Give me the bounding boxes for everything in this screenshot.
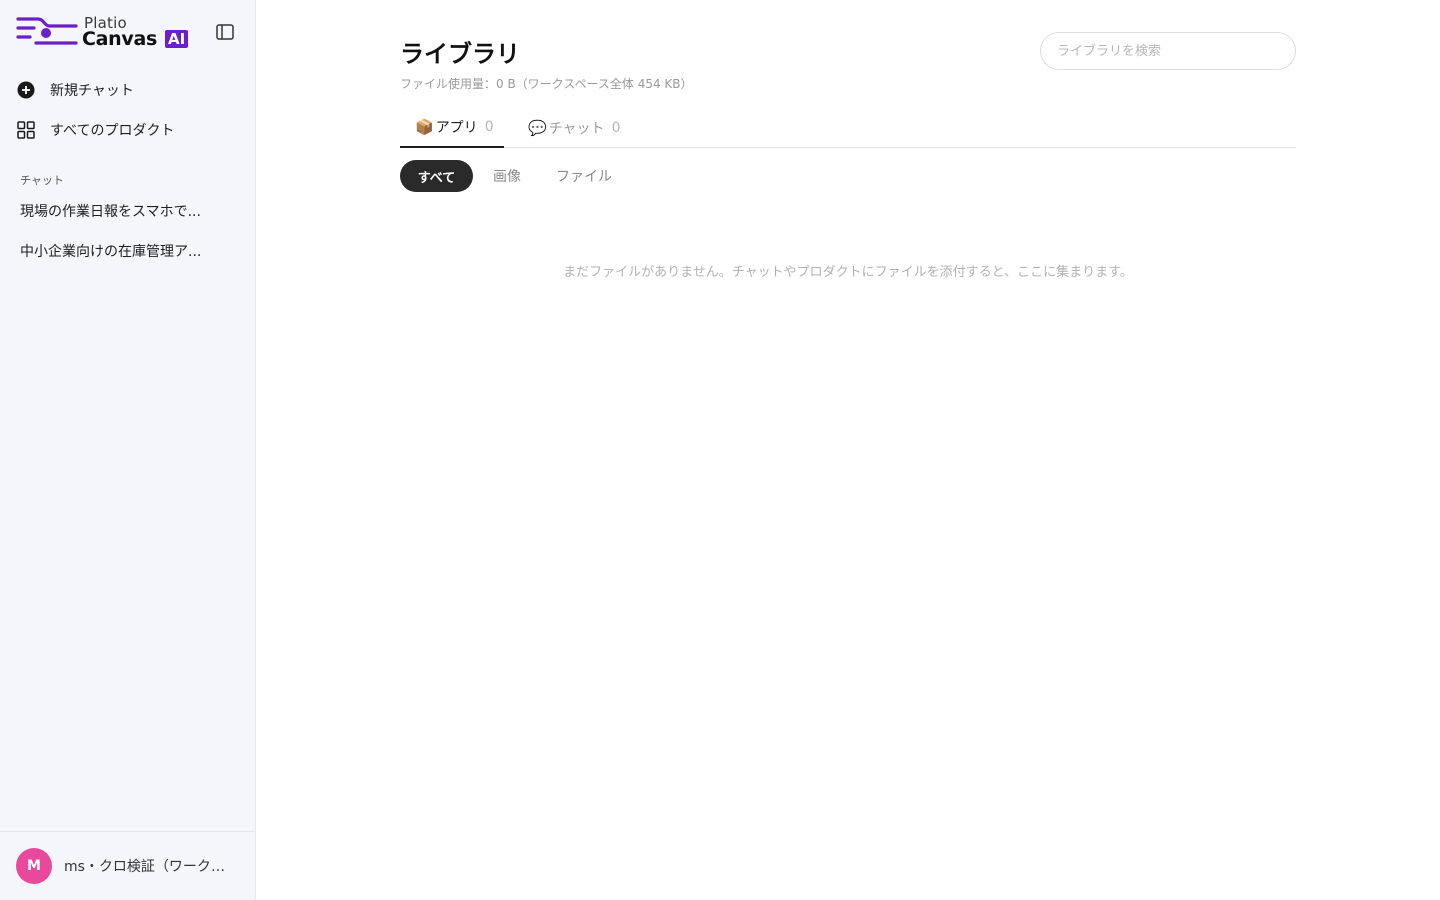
sidebar: Platio Canvas AI 新規チャット すべてのプロダクト チャット 現… (0, 0, 256, 900)
chat-list-item[interactable]: 現場の作業日報をスマホで... (20, 201, 206, 221)
library-tabs: 📦 アプリ 0 💬 チャット 0 (400, 108, 1296, 148)
filter-all-button[interactable]: すべて (400, 160, 473, 192)
empty-state-message: まだファイルがありません。チャットやプロダクトにファイルを添付すると、ここに集ま… (563, 265, 1133, 280)
library-search-input[interactable] (1040, 32, 1296, 70)
platio-canvas-ai-logo[interactable]: Platio Canvas AI (16, 14, 189, 50)
tab-chats[interactable]: 💬 チャット 0 (528, 108, 620, 148)
logo-ai-badge: AI (165, 30, 189, 48)
sidebar-toggle-button[interactable] (214, 21, 236, 43)
sidebar-item-label: すべてのプロダクト (50, 123, 175, 139)
tab-label: アプリ (435, 120, 478, 136)
user-workspace-name: ms・クロ検証（ワークシ... (64, 859, 236, 875)
avatar: M (16, 848, 52, 884)
logo-word-canvas: Canvas (82, 28, 158, 50)
sidebar-item-label: 新規チャット (50, 83, 134, 99)
logo-mark-icon (16, 17, 78, 45)
sidebar-panel-icon (216, 24, 234, 40)
package-icon: 📦 (415, 118, 434, 136)
tab-label: チャット (548, 121, 605, 137)
filter-images-button[interactable]: 画像 (480, 160, 534, 192)
user-account-button[interactable]: M ms・クロ検証（ワークシ... (0, 831, 255, 900)
speech-bubble-icon: 💬 (528, 119, 547, 137)
sidebar-item-all-products[interactable]: すべてのプロダクト (16, 118, 174, 142)
tab-count: 0 (611, 120, 621, 136)
tab-apps[interactable]: 📦 アプリ 0 (400, 108, 504, 148)
sidebar-item-new-chat[interactable]: 新規チャット (16, 78, 134, 102)
chat-section-label: チャット (20, 174, 64, 187)
file-usage-text: ファイル使用量：0 B（ワークスペース全体 454 KB） (400, 77, 693, 91)
tab-count: 0 (484, 119, 494, 135)
grid-icon (16, 120, 36, 140)
chat-list-item[interactable]: 中小企業向けの在庫管理ア... (20, 241, 206, 261)
plus-circle-icon (16, 80, 36, 100)
page-title: ライブラリ (400, 40, 520, 68)
filter-files-button[interactable]: ファイル (548, 160, 620, 192)
